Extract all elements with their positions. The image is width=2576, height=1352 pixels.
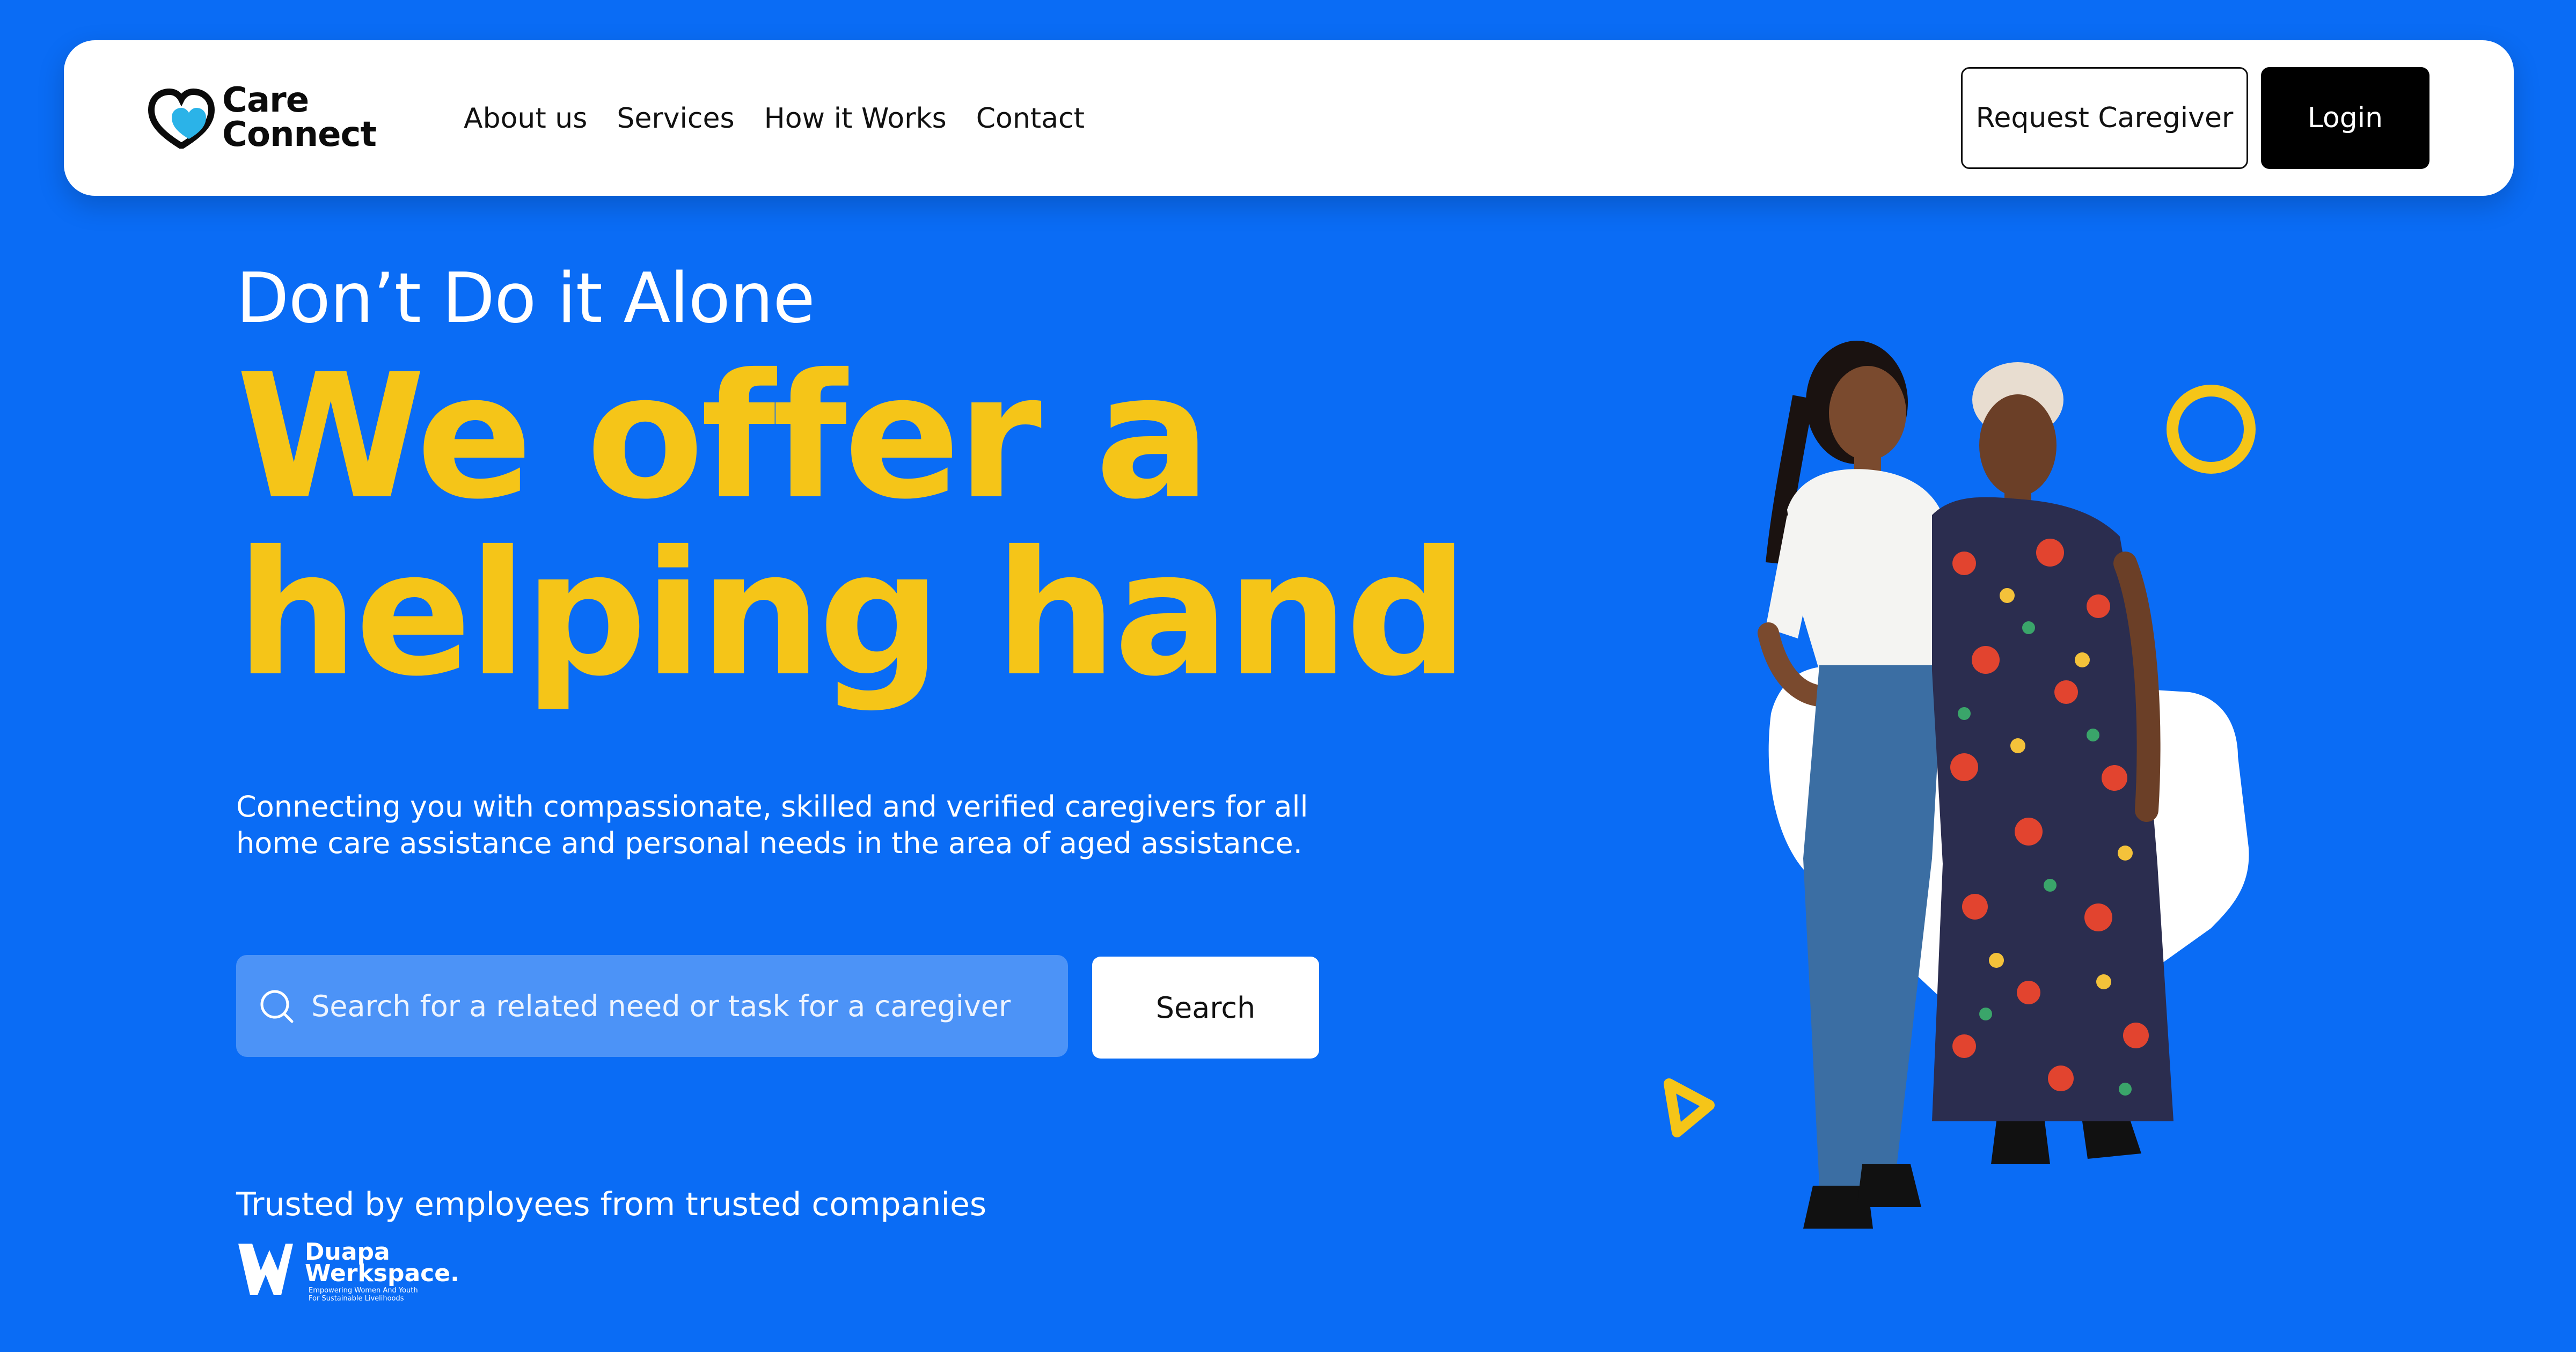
login-button[interactable]: Login	[2261, 67, 2429, 169]
search-bar[interactable]	[236, 955, 1068, 1057]
hero-headline: We offer a helping hand	[236, 337, 1468, 714]
search-input[interactable]	[311, 955, 1052, 1057]
headline-line-1: We offer a	[236, 337, 1211, 537]
hero-description: Connecting you with compassionate, skill…	[236, 790, 1308, 860]
partner-name-line-2: Werkspace.	[305, 1260, 459, 1287]
partner-logo-icon	[238, 1244, 293, 1295]
triangle-decor	[1664, 1078, 1715, 1137]
partner-tagline-line-1: Empowering Women And Youth	[309, 1287, 418, 1295]
request-caregiver-button[interactable]: Request Caregiver	[1961, 67, 2248, 169]
partner-tagline-line-2: For Sustainable Livelihoods	[309, 1295, 404, 1303]
hero-eyebrow: Don’t Do it Alone	[236, 259, 815, 339]
nav-contact[interactable]: Contact	[976, 99, 1085, 138]
landing-page: Care Connect About us Services How it Wo…	[0, 0, 2576, 1352]
hero-illustration	[1664, 341, 2256, 1229]
partner-logo-duapa: Duapa Werkspace. Empowering Women And Yo…	[236, 1239, 504, 1304]
heart-logo-icon	[148, 88, 215, 149]
brand-line-1: Care	[222, 80, 309, 120]
navbar: Care Connect About us Services How it Wo…	[64, 40, 2514, 196]
trusted-by-text: Trusted by employees from trusted compan…	[236, 1186, 987, 1223]
nav-about-us[interactable]: About us	[464, 99, 587, 138]
brand-logo[interactable]: Care Connect	[147, 83, 383, 153]
nav-how-it-works[interactable]: How it Works	[764, 99, 947, 138]
search-icon	[260, 990, 294, 1023]
search-button[interactable]: Search	[1092, 957, 1319, 1059]
headline-line-2: helping hand	[236, 515, 1468, 714]
nav-links: About us Services How it Works Contact	[464, 99, 1085, 138]
elderly-woman-figure	[1932, 362, 2174, 1164]
circle-decor	[2167, 385, 2256, 474]
brand-line-2: Connect	[222, 115, 377, 155]
nav-services[interactable]: Services	[617, 99, 734, 138]
